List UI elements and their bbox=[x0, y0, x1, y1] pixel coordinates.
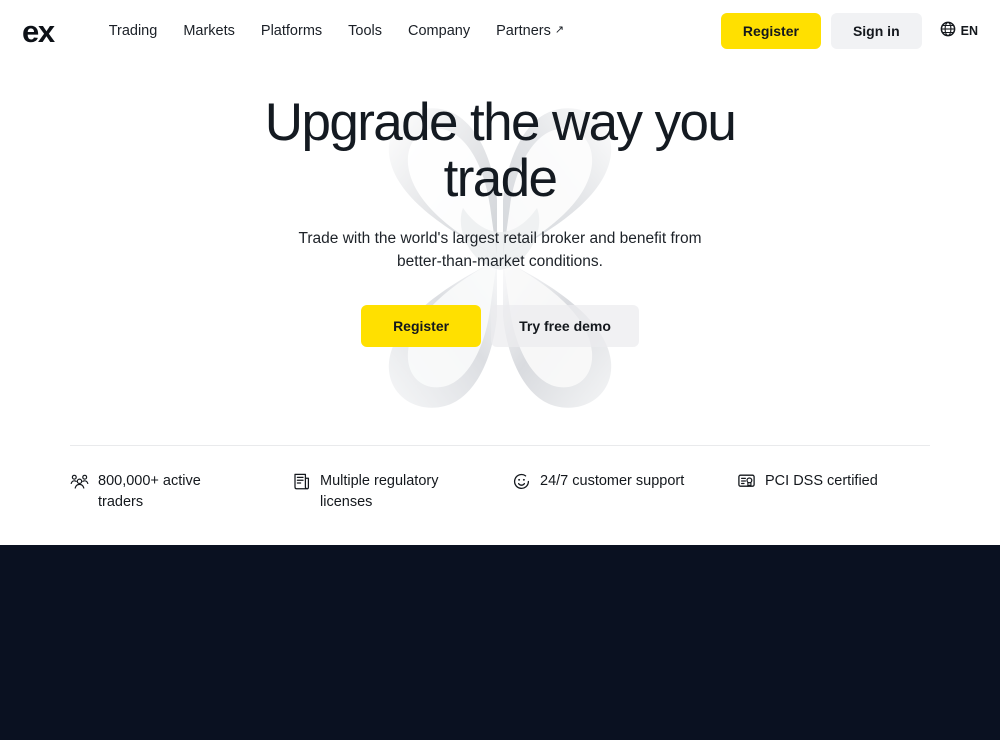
language-selector[interactable]: EN bbox=[932, 15, 982, 48]
hero-try-free-demo-button[interactable]: Try free demo bbox=[491, 304, 639, 347]
smiley-face-icon bbox=[512, 472, 531, 491]
feature-highlights: 800,000+ active traders Multiple regulat… bbox=[70, 445, 930, 512]
globe-icon bbox=[940, 21, 956, 42]
feature-customer-support: 24/7 customer support bbox=[512, 471, 737, 512]
landing-page: ex Trading Markets Platforms Tools Compa… bbox=[0, 0, 1000, 740]
nav-item-markets[interactable]: Markets bbox=[170, 16, 248, 47]
feature-label: 800,000+ active traders bbox=[98, 473, 201, 510]
nav-item-company[interactable]: Company bbox=[395, 16, 483, 47]
language-label: EN bbox=[960, 23, 978, 38]
nav-item-tools[interactable]: Tools bbox=[335, 16, 395, 47]
nav-item-trading[interactable]: Trading bbox=[96, 16, 171, 47]
nav-item-platforms[interactable]: Platforms bbox=[248, 16, 335, 47]
feature-label: Multiple regulatory licenses bbox=[320, 473, 439, 510]
nav-label: Tools bbox=[348, 22, 383, 39]
feature-label: 24/7 customer support bbox=[540, 473, 685, 489]
header-signin-button[interactable]: Sign in bbox=[830, 13, 922, 49]
users-group-icon bbox=[70, 472, 89, 491]
nav-label: Partners bbox=[496, 22, 551, 39]
nav-label: Trading bbox=[108, 22, 158, 39]
nav-label: Company bbox=[408, 22, 471, 39]
scroll-document-icon bbox=[292, 472, 311, 491]
nav-item-partners[interactable]: Partners ↗ bbox=[483, 16, 577, 47]
certificate-badge-icon bbox=[737, 472, 756, 491]
external-link-arrow-icon: ↗ bbox=[554, 23, 565, 36]
feature-label: PCI DSS certified bbox=[765, 473, 878, 489]
hero-title: Upgrade the way you trade bbox=[264, 93, 737, 209]
hero-content: Upgrade the way you trade Trade with the… bbox=[0, 62, 1000, 347]
feature-active-traders: 800,000+ active traders bbox=[70, 471, 292, 512]
header-actions: Register Sign in EN bbox=[720, 13, 982, 49]
site-header: ex Trading Markets Platforms Tools Compa… bbox=[0, 0, 1000, 62]
nav-label: Platforms bbox=[260, 22, 323, 39]
brand-logo[interactable]: ex bbox=[14, 16, 62, 47]
hero-subtitle: Trade with the world's largest retail br… bbox=[298, 230, 702, 270]
feature-pci-dss-certified: PCI DSS certified bbox=[737, 471, 930, 512]
hero-cta-group: Register Try free demo bbox=[0, 304, 1000, 347]
nav-label: Markets bbox=[183, 22, 235, 39]
hero-register-button[interactable]: Register bbox=[361, 304, 482, 347]
main-navigation: Trading Markets Platforms Tools Company … bbox=[96, 16, 577, 47]
features-row: 800,000+ active traders Multiple regulat… bbox=[70, 446, 930, 512]
dark-content-section bbox=[0, 545, 1000, 740]
feature-regulatory-licenses: Multiple regulatory licenses bbox=[292, 471, 512, 512]
header-register-button[interactable]: Register bbox=[720, 13, 821, 49]
